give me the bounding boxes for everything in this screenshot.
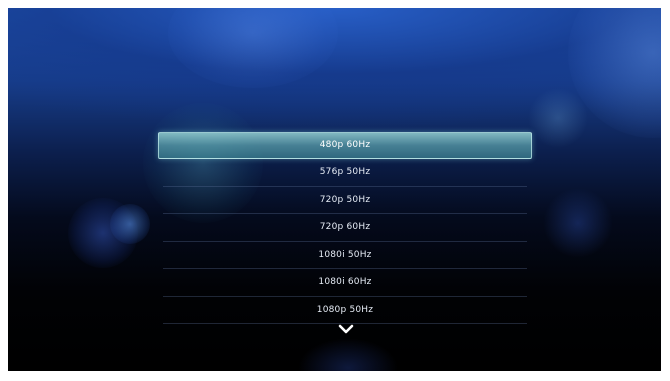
menu-item-480p-60hz[interactable]: 480p 60Hz <box>158 132 532 159</box>
screen: 480p 60Hz 576p 50Hz 720p 50Hz 720p 60Hz … <box>8 8 661 371</box>
bokeh-light <box>110 204 150 244</box>
menu-item-1080p-50hz[interactable]: 1080p 50Hz <box>163 297 527 324</box>
bokeh-light <box>168 8 338 88</box>
bokeh-light <box>568 8 661 138</box>
bokeh-light <box>543 188 613 258</box>
bokeh-light <box>68 198 138 268</box>
bokeh-light <box>298 338 398 371</box>
menu-item-720p-60hz[interactable]: 720p 60Hz <box>163 214 527 242</box>
resolution-menu: 480p 60Hz 576p 50Hz 720p 50Hz 720p 60Hz … <box>158 132 532 324</box>
bokeh-light <box>528 88 588 148</box>
menu-item-576p-50hz[interactable]: 576p 50Hz <box>163 159 527 187</box>
menu-item-1080i-60hz[interactable]: 1080i 60Hz <box>163 269 527 297</box>
chevron-down-icon[interactable] <box>338 323 354 335</box>
menu-item-1080i-50hz[interactable]: 1080i 50Hz <box>163 242 527 269</box>
menu-item-720p-50hz[interactable]: 720p 50Hz <box>163 187 527 214</box>
